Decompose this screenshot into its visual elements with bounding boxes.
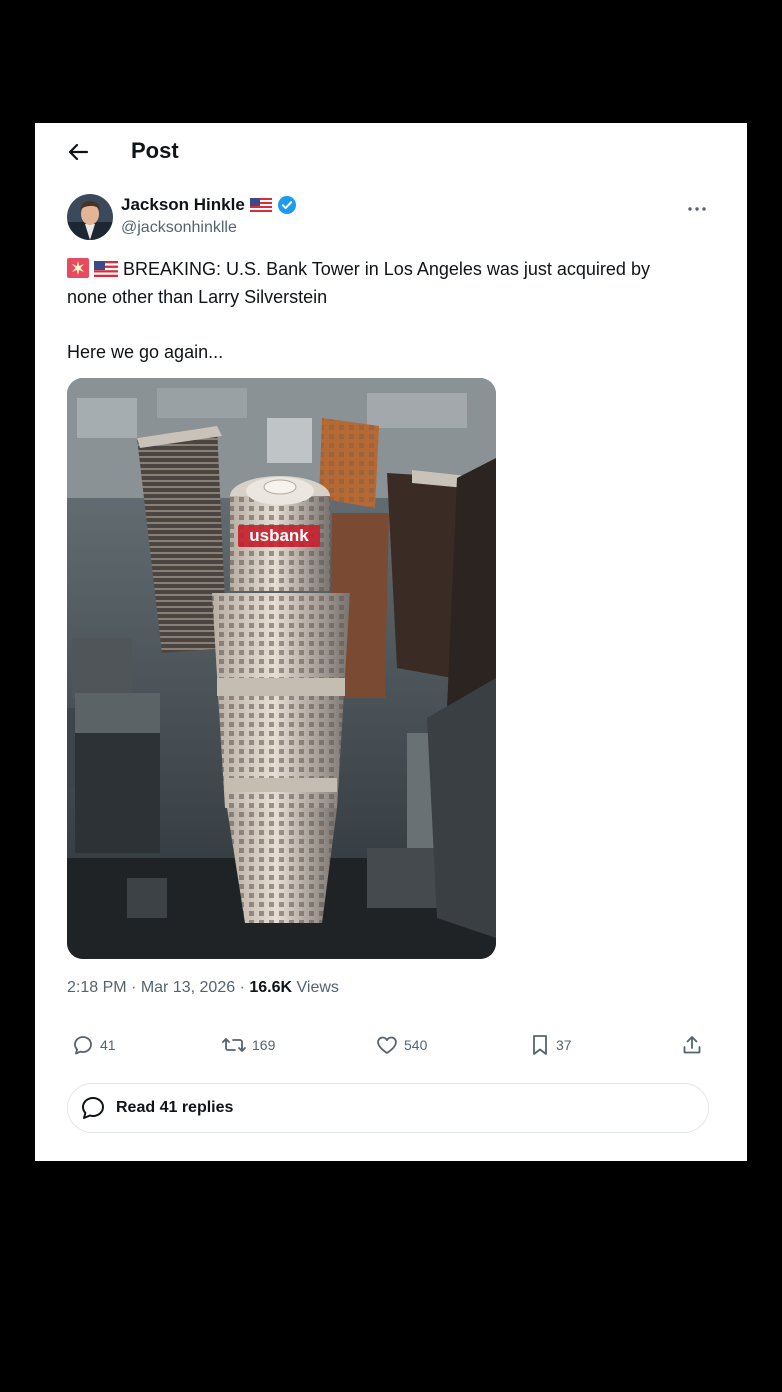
more-options-button[interactable] [687, 197, 707, 218]
post-image[interactable]: usbank [67, 378, 496, 959]
heart-icon [377, 1036, 397, 1054]
back-button[interactable] [63, 137, 93, 167]
like-button[interactable]: 540 [375, 1033, 427, 1057]
reply-count: 41 [100, 1037, 116, 1053]
read-replies-button[interactable]: Read 41 replies [67, 1083, 709, 1133]
reply-icon [82, 1097, 104, 1119]
read-replies-label: Read 41 replies [116, 1099, 234, 1116]
page-title: Post [131, 138, 179, 163]
arrow-left-icon [68, 143, 89, 161]
verified-badge-icon [277, 196, 296, 214]
like-count: 540 [404, 1037, 428, 1053]
siren-emoji-icon [67, 258, 89, 278]
share-button[interactable] [680, 1033, 704, 1057]
us-flag-icon [249, 198, 272, 212]
us-flag-emoji-icon [94, 261, 119, 277]
share-icon [683, 1036, 701, 1054]
author-handle[interactable]: @jacksonhinklle [121, 219, 237, 237]
meta-separator: · [239, 979, 250, 996]
post-text-line-3: Here we go again... [67, 342, 224, 362]
more-horizontal-icon [688, 207, 706, 211]
post-text-line-2: none other than Larry Silverstein [67, 287, 328, 307]
views-label: Views [296, 979, 339, 996]
post-text-line-1: BREAKING: U.S. Bank Tower in Los Angeles… [123, 259, 650, 279]
bookmark-button[interactable]: 37 [529, 1033, 572, 1057]
post-text: BREAKING: U.S. Bank Tower in Los Angeles… [67, 255, 717, 366]
post-card: Post Jackson Hinkle @jacksonhinklle BREA… [35, 123, 747, 1161]
reply-button[interactable]: 41 [71, 1033, 116, 1057]
post-meta: 2:18 PM · Mar 13, 2026 · 16.6K Views [67, 979, 339, 997]
author-name[interactable]: Jackson Hinkle [121, 195, 245, 215]
bookmark-icon [533, 1035, 547, 1055]
post-time[interactable]: 2:18 PM [67, 979, 127, 996]
reply-icon [74, 1036, 92, 1055]
views-count: 16.6K [249, 979, 293, 996]
bookmark-count: 37 [556, 1037, 572, 1053]
action-bar: 41 169 540 37 [71, 1033, 711, 1063]
post-date[interactable]: Mar 13, 2026 [141, 979, 235, 996]
author-name-row: Jackson Hinkle [121, 195, 297, 215]
top-bar: Post [35, 123, 747, 179]
repost-icon [222, 1038, 246, 1052]
repost-button[interactable]: 169 [221, 1033, 275, 1057]
meta-separator: · [131, 979, 141, 996]
repost-count: 169 [252, 1037, 276, 1053]
avatar[interactable] [67, 194, 113, 240]
image-sign-text: usbank [249, 526, 309, 545]
